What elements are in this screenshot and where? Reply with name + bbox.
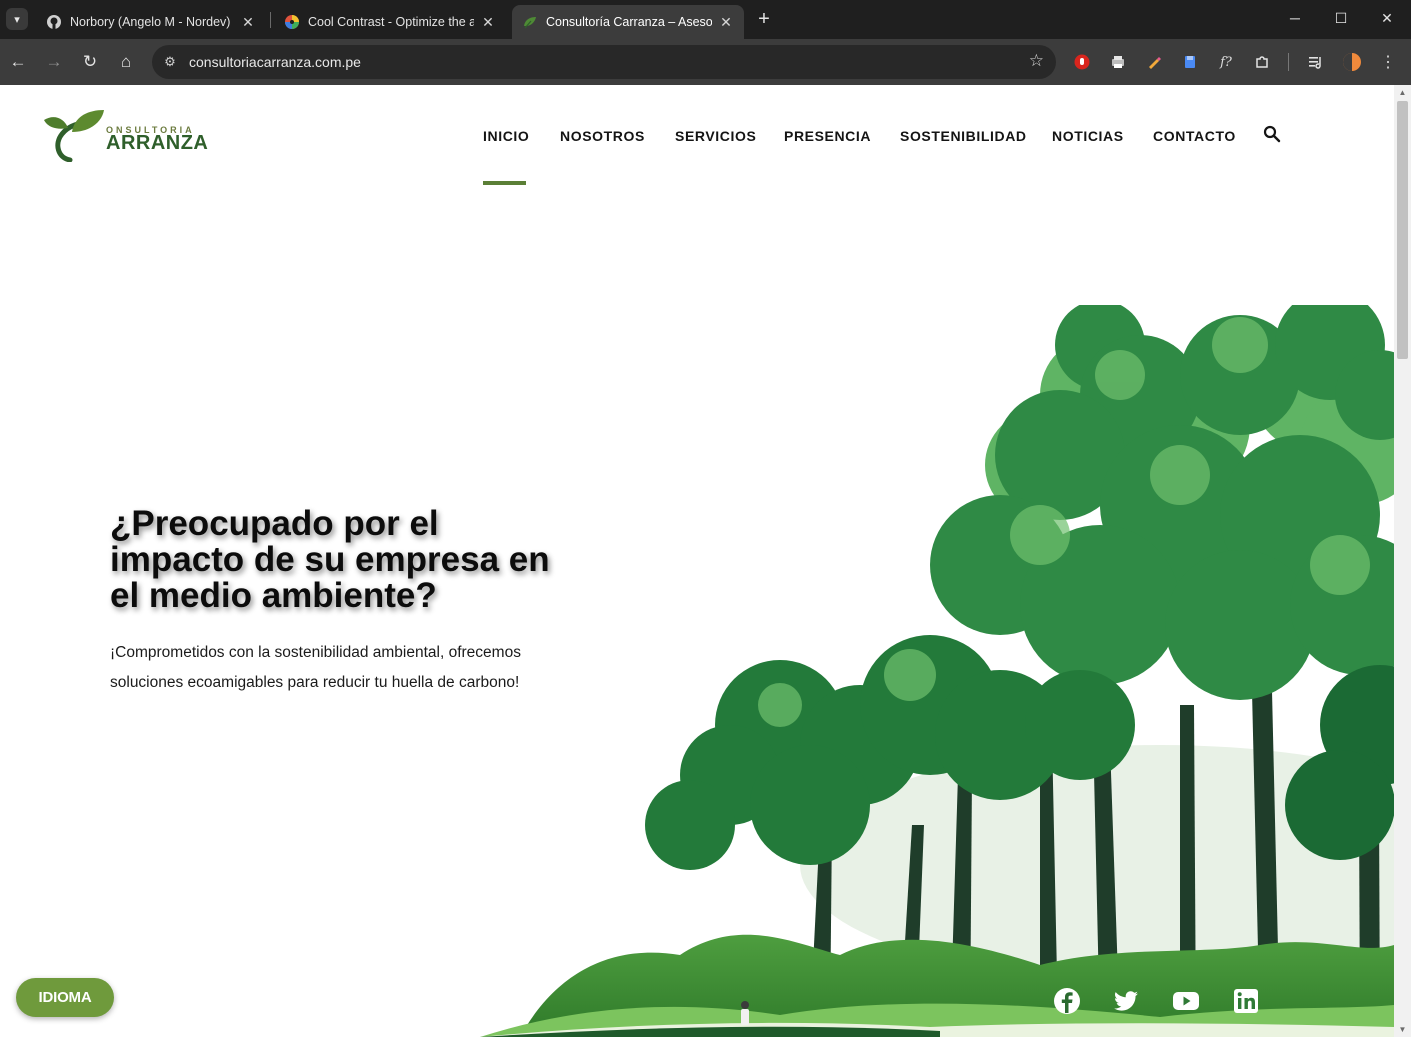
nav-item-nosotros[interactable]: NOSOTROS [560, 128, 645, 144]
new-tab-button[interactable]: + [754, 9, 774, 29]
address-bar[interactable]: ⚙ consultoriacarranza.com.pe ☆ [152, 45, 1056, 79]
nav-item-noticias[interactable]: NOTICIAS [1052, 128, 1124, 144]
toolbar-divider [1288, 53, 1289, 71]
nav-item-contacto[interactable]: CONTACTO [1153, 128, 1236, 144]
home-icon[interactable]: ⌂ [113, 49, 139, 75]
forest-illustration [480, 305, 1394, 1037]
nav-item-presencia[interactable]: PRESENCIA [784, 128, 871, 144]
forward-arrow-icon[interactable]: → [41, 49, 67, 75]
scroll-up-icon[interactable]: ▲ [1398, 88, 1407, 97]
url-text[interactable]: consultoriacarranza.com.pe [189, 54, 361, 70]
webpage: ONSULTORIA ARRANZA INICIO NOSOTROS SERVI… [0, 85, 1394, 1037]
facebook-icon[interactable] [1053, 987, 1081, 1015]
font-extension-icon[interactable]: f? [1216, 52, 1236, 72]
print-extension-icon[interactable] [1108, 52, 1128, 72]
tab-search-chevron-icon[interactable]: ▾ [6, 8, 28, 30]
tab-title: Cool Contrast - Optimize the ac [308, 15, 474, 29]
hero-subtitle: ¡Comprometidos con la sostenibilidad amb… [110, 644, 521, 691]
close-tab-icon[interactable]: ✕ [480, 14, 496, 30]
linkedin-icon[interactable] [1232, 987, 1260, 1015]
browser-tab[interactable]: Cool Contrast - Optimize the ac ✕ [274, 5, 506, 39]
media-control-icon[interactable] [1306, 52, 1326, 72]
maximize-window-icon[interactable]: ☐ [1318, 0, 1364, 36]
github-icon [46, 14, 62, 30]
reload-icon[interactable]: ↻ [77, 49, 103, 75]
twitter-icon[interactable] [1112, 987, 1140, 1015]
color-wheel-icon [284, 14, 300, 30]
close-tab-icon[interactable]: ✕ [240, 14, 256, 30]
page-scrollbar[interactable]: ▲ ▼ [1394, 85, 1411, 1037]
browser-tab-strip: ▾ Norbory (Angelo M - Nordev) ✕ Cool Con… [0, 0, 1411, 39]
nav-item-inicio[interactable]: INICIO [483, 128, 529, 144]
minimize-window-icon[interactable]: ─ [1272, 0, 1318, 36]
tab-divider [270, 12, 271, 28]
hero-title: ¿Preocupado por el impacto de su empresa… [110, 504, 550, 615]
nav-item-servicios[interactable]: SERVICIOS [675, 128, 756, 144]
browser-toolbar: ← → ↻ ⌂ ⚙ consultoriacarranza.com.pe ☆ f… [0, 39, 1411, 85]
bookmark-star-icon[interactable]: ☆ [1029, 51, 1044, 71]
pencil-extension-icon[interactable] [1144, 52, 1164, 72]
nav-item-sostenibilidad[interactable]: SOSTENIBILIDAD [900, 128, 1027, 144]
search-icon[interactable] [1263, 125, 1281, 143]
profile-avatar-icon[interactable] [1342, 52, 1362, 72]
adblock-extension-icon[interactable] [1072, 52, 1092, 72]
language-button[interactable]: IDIOMA [16, 978, 114, 1017]
browser-tab-active[interactable]: Consultoría Carranza – Asesoram ✕ [512, 5, 744, 39]
person-figure [741, 1001, 749, 1025]
document-extension-icon[interactable] [1180, 52, 1200, 72]
leaf-icon [522, 14, 538, 30]
tab-title: Consultoría Carranza – Asesoram [546, 15, 712, 29]
browser-tab[interactable]: Norbory (Angelo M - Nordev) ✕ [36, 5, 266, 39]
back-arrow-icon[interactable]: ← [5, 49, 31, 75]
nav-active-indicator [483, 181, 526, 185]
close-window-icon[interactable]: ✕ [1364, 0, 1410, 36]
main-navigation: INICIO NOSOTROS SERVICIOS PRESENCIA SOST… [0, 128, 1394, 148]
close-tab-icon[interactable]: ✕ [718, 14, 734, 30]
extensions-puzzle-icon[interactable] [1252, 52, 1272, 72]
scroll-down-icon[interactable]: ▼ [1398, 1025, 1407, 1034]
site-settings-icon[interactable]: ⚙ [160, 52, 180, 72]
youtube-icon[interactable] [1172, 987, 1200, 1015]
tab-title: Norbory (Angelo M - Nordev) [70, 15, 231, 29]
scrollbar-thumb[interactable] [1397, 101, 1408, 359]
browser-menu-icon[interactable]: ⋮ [1378, 52, 1398, 72]
